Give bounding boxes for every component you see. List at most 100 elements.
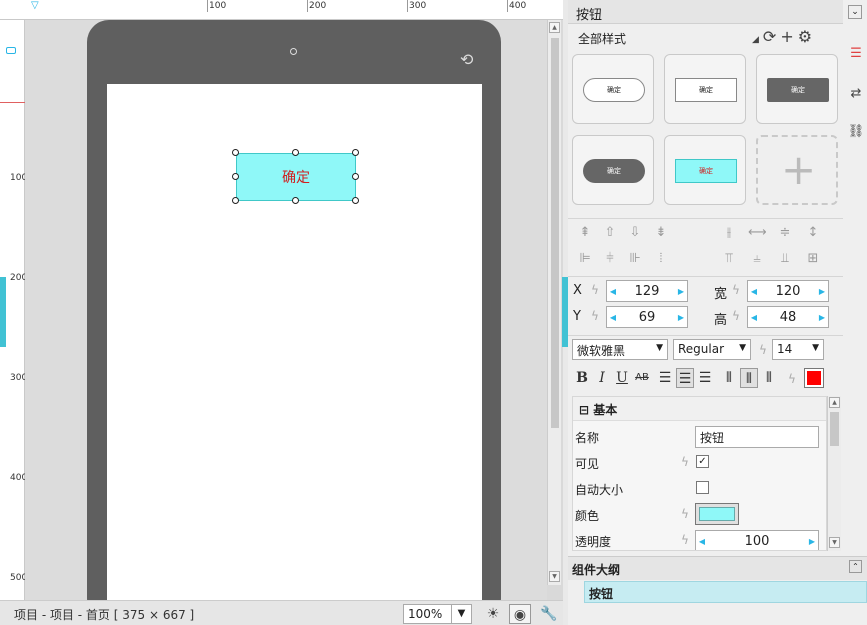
strikethrough-icon[interactable]: AB <box>633 368 651 388</box>
design-canvas[interactable]: ⟲ 确定 <box>25 20 547 600</box>
same-width-icon[interactable]: ⟷ <box>748 225 767 243</box>
valign-top-icon[interactable]: ⦀ <box>720 368 738 388</box>
bolt-icon[interactable]: ϟ <box>681 455 689 469</box>
align-right-icon[interactable]: ⊪ <box>626 251 644 269</box>
align-top-icon[interactable]: ⫪ <box>720 251 738 269</box>
autosize-checkbox[interactable] <box>696 481 709 494</box>
bolt-icon[interactable]: ϟ <box>591 309 599 323</box>
distribute-h-icon[interactable]: ⫲ <box>720 225 738 243</box>
align-text-center-icon[interactable]: ☰ <box>676 368 694 388</box>
preview-eye-icon[interactable]: ◉ <box>509 604 531 624</box>
distribute-v-icon[interactable]: ≑ <box>776 225 794 243</box>
style-card[interactable]: 确定 <box>664 54 746 124</box>
increment-icon[interactable]: ▶ <box>816 287 828 296</box>
increment-icon[interactable]: ▶ <box>806 537 818 546</box>
fill-color-picker[interactable] <box>695 503 739 525</box>
rotate-icon[interactable]: ⟲ <box>460 50 473 69</box>
bolt-icon[interactable]: ϟ <box>591 283 599 297</box>
underline-icon[interactable]: U <box>613 368 631 388</box>
chevron-down-icon[interactable]: ▼ <box>451 605 471 623</box>
valign-bottom-icon[interactable]: ⦀ <box>760 368 778 388</box>
resize-handle-se[interactable] <box>352 197 359 204</box>
align-bottom-icon[interactable]: ⫫ <box>776 251 794 269</box>
align-grid-icon[interactable]: ⊞ <box>804 251 822 269</box>
ruler-origin-marker[interactable] <box>6 47 16 54</box>
bold-icon[interactable]: B <box>573 368 591 388</box>
increment-icon[interactable]: ▶ <box>675 287 687 296</box>
resize-handle-w[interactable] <box>232 173 239 180</box>
increment-icon[interactable]: ▶ <box>675 313 687 322</box>
bolt-icon[interactable]: ϟ <box>732 283 740 297</box>
visible-checkbox[interactable]: ✓ <box>696 455 709 468</box>
same-height-icon[interactable]: ↕ <box>804 225 822 243</box>
scroll-thumb[interactable] <box>830 412 839 446</box>
collapse-icon[interactable]: ⌄ <box>848 5 862 19</box>
bolt-icon[interactable]: ϟ <box>788 372 796 386</box>
opacity-input[interactable]: ◀ 100 ▶ <box>695 530 819 550</box>
increment-icon[interactable]: ▶ <box>816 313 828 322</box>
resize-handle-s[interactable] <box>292 197 299 204</box>
collapse-icon[interactable]: ⌃ <box>849 560 862 573</box>
bolt-icon[interactable]: ϟ <box>759 343 767 357</box>
align-middle-icon[interactable]: ⫨ <box>748 251 766 269</box>
align-center-icon[interactable]: ⫩ <box>601 251 619 269</box>
phone-screen[interactable]: 确定 <box>107 84 482 600</box>
add-style-button[interactable]: + <box>756 135 838 205</box>
dropdown-icon[interactable]: ◢ <box>752 35 763 45</box>
button-widget[interactable]: 确定 <box>232 149 359 204</box>
scroll-down-icon[interactable]: ▼ <box>829 537 840 548</box>
bring-forward-icon[interactable]: ⇧ <box>601 225 619 243</box>
resize-handle-ne[interactable] <box>352 149 359 156</box>
send-backward-icon[interactable]: ⇩ <box>626 225 644 243</box>
text-color-picker[interactable] <box>804 368 824 388</box>
scroll-up-icon[interactable]: ▲ <box>549 22 560 33</box>
bolt-icon[interactable]: ϟ <box>732 309 740 323</box>
outline-item[interactable]: 按钮 <box>584 581 867 603</box>
tab-link-icon[interactable]: ⛓ <box>847 124 865 142</box>
tab-properties-icon[interactable]: ☰ <box>847 46 865 64</box>
style-card[interactable]: 确定 <box>664 135 746 205</box>
refresh-icon[interactable]: ⟳ <box>763 27 780 46</box>
wrench-icon[interactable]: 🔧 <box>538 604 560 624</box>
tab-interaction-icon[interactable]: ⇄ <box>847 86 865 104</box>
send-back-icon[interactable]: ⇟ <box>652 225 670 243</box>
width-input[interactable]: ◀ 120 ▶ <box>747 280 829 302</box>
align-left-icon[interactable]: ⊫ <box>576 251 594 269</box>
bring-front-icon[interactable]: ⇞ <box>576 225 594 243</box>
font-weight-select[interactable]: Regular ▼ <box>673 339 751 360</box>
decrement-icon[interactable]: ◀ <box>607 313 619 322</box>
resize-handle-e[interactable] <box>352 173 359 180</box>
scroll-down-icon[interactable]: ▼ <box>549 571 560 582</box>
scroll-thumb[interactable] <box>551 38 559 428</box>
canvas-scrollbar[interactable]: ▲ ▼ <box>547 20 561 585</box>
name-input[interactable]: 按钮 <box>695 426 819 448</box>
italic-icon[interactable]: I <box>593 368 611 388</box>
zoom-select[interactable]: 100% ▼ <box>403 604 472 624</box>
ruler-origin-marker[interactable]: ▽ <box>31 0 39 11</box>
style-card[interactable]: 确定 <box>572 135 654 205</box>
resize-handle-sw[interactable] <box>232 197 239 204</box>
properties-scrollbar[interactable]: ▲ ▼ <box>827 396 841 551</box>
align-text-right-icon[interactable]: ☰ <box>696 368 714 388</box>
x-input[interactable]: ◀ 129 ▶ <box>606 280 688 302</box>
align-text-left-icon[interactable]: ☰ <box>656 368 674 388</box>
add-icon[interactable]: + <box>780 27 797 46</box>
decrement-icon[interactable]: ◀ <box>696 537 708 546</box>
y-input[interactable]: ◀ 69 ▶ <box>606 306 688 328</box>
decrement-icon[interactable]: ◀ <box>748 287 760 296</box>
valign-middle-icon[interactable]: ⦀ <box>740 368 758 388</box>
decrement-icon[interactable]: ◀ <box>607 287 619 296</box>
brightness-icon[interactable]: ☀ <box>482 604 504 624</box>
bolt-icon[interactable]: ϟ <box>681 533 689 547</box>
decrement-icon[interactable]: ◀ <box>748 313 760 322</box>
style-card[interactable]: 确定 <box>756 54 838 124</box>
font-family-select[interactable]: 微软雅黑 ▼ <box>572 339 668 360</box>
font-size-select[interactable]: 14 ▼ <box>772 339 824 360</box>
properties-section-header[interactable]: ⊟ 基本 <box>573 397 826 421</box>
left-panel-toggle[interactable] <box>0 277 6 347</box>
height-input[interactable]: ◀ 48 ▶ <box>747 306 829 328</box>
bolt-icon[interactable]: ϟ <box>681 507 689 521</box>
distribute-icon[interactable]: ⦙ <box>652 251 670 269</box>
resize-handle-nw[interactable] <box>232 149 239 156</box>
gear-icon[interactable]: ⚙ <box>798 27 816 46</box>
